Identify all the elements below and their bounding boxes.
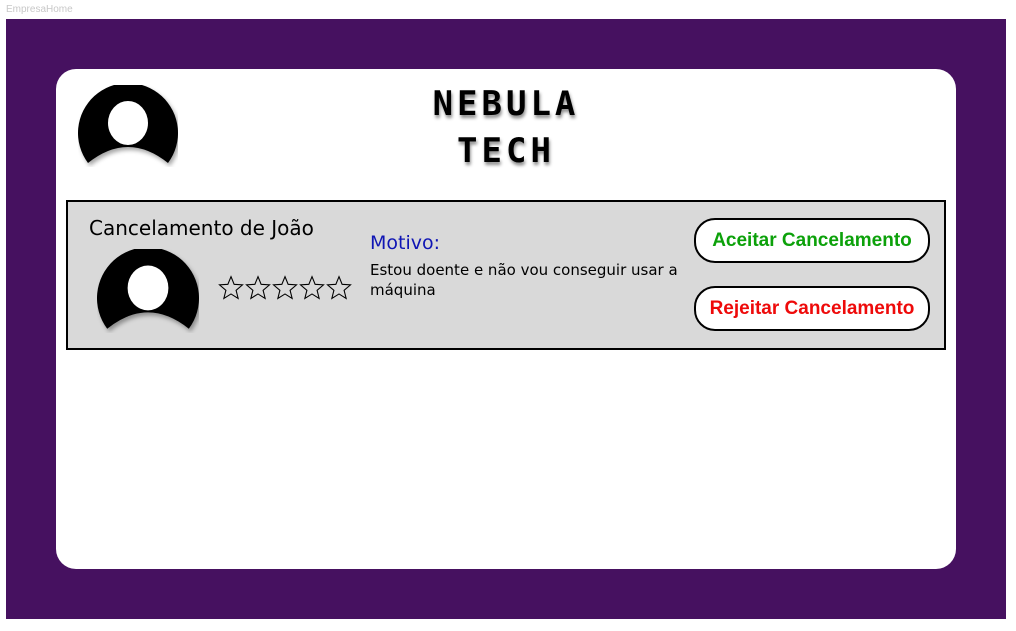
main-card: NEBULA TECH Cancelamento de João Motivo:…: [56, 69, 956, 569]
reason-label: Motivo:: [370, 232, 441, 254]
star-outline-icon[interactable]: [218, 274, 244, 302]
brand-logo-line1: NEBULA: [432, 84, 580, 124]
brand-logo-line2: TECH: [457, 131, 555, 171]
star-outline-icon[interactable]: [245, 274, 271, 302]
reject-cancellation-button[interactable]: Rejeitar Cancelamento: [694, 286, 930, 331]
accept-cancellation-button[interactable]: Aceitar Cancelamento: [694, 218, 930, 263]
reason-text: Estou doente e não vou conseguir usar a …: [370, 261, 678, 299]
frame-label: EmpresaHome: [6, 4, 73, 15]
star-outline-icon[interactable]: [299, 274, 325, 302]
user-avatar-icon: [97, 247, 199, 333]
app-frame: NEBULA TECH Cancelamento de João Motivo:…: [6, 19, 1006, 619]
star-outline-icon[interactable]: [326, 274, 352, 302]
request-title: Cancelamento de João: [89, 216, 314, 240]
rating-stars[interactable]: [218, 274, 353, 308]
cancellation-request-card: Cancelamento de João Motivo: Estou doent…: [66, 200, 946, 350]
star-outline-icon[interactable]: [272, 274, 298, 302]
